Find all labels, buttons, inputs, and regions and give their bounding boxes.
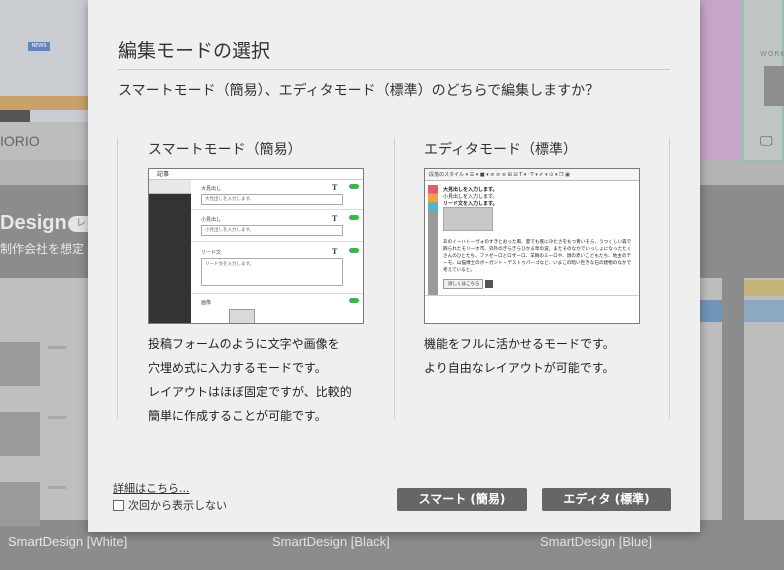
column-divider — [669, 138, 670, 419]
rail-marker-red — [428, 185, 438, 193]
field-separator — [191, 209, 363, 210]
editor-toolbar: 段落のスタイル ▾ ☰ ▾ ■ ▾ ≡ ≡ ≡ ⊞ ⊟ T ▾ ⁻T ▾ ✐ ▾… — [425, 169, 639, 181]
smart-mode-preview[interactable]: 記事 大見出し T 大見出しを入力します。 小見出し T 小見出しを入力します。… — [148, 168, 364, 324]
template-card-right-label: WORKS — [760, 50, 784, 58]
image-placeholder — [229, 309, 255, 323]
preview-photo — [0, 482, 40, 526]
link-icon — [485, 280, 493, 288]
toggle-icon — [349, 298, 359, 303]
template-card-selected: 🖵 — [742, 0, 784, 162]
preview-sidebar-top — [149, 180, 191, 194]
editor-subheading: 小見出しを入力します。 — [443, 194, 498, 200]
template-photo — [764, 66, 784, 106]
editor-mode-button[interactable]: エディタ (標準) — [542, 488, 671, 511]
image-placeholder — [443, 207, 493, 231]
rail-marker-teal — [428, 203, 438, 211]
preview-photo — [0, 342, 40, 386]
field-label: リード文 — [201, 250, 222, 256]
editor-heading: 大見出しを入力します。 — [443, 187, 498, 193]
field-input: 小見出しを入力します。 — [201, 225, 343, 236]
preview-text-line — [48, 486, 66, 489]
smart-mode-title: スマートモード（簡易） — [148, 142, 302, 158]
edit-mode-dialog: 編集モードの選択 スマートモード（簡易）、エディタモード（標準）のどちらで編集し… — [88, 0, 700, 532]
text-style-icon: T — [332, 183, 338, 192]
toggle-icon — [349, 215, 359, 220]
toggle-icon — [349, 248, 359, 253]
title-divider — [118, 69, 670, 70]
field-separator — [191, 293, 363, 294]
template-caption-black[interactable]: SmartDesign [Black] — [272, 534, 390, 549]
text-style-icon: T — [332, 214, 338, 223]
description-line: より自由なレイアウトが可能です。 — [424, 361, 615, 375]
rail-marker-orange — [428, 194, 438, 202]
template-card-label: IORIO — [0, 133, 40, 149]
toggle-icon — [349, 184, 359, 189]
monitor-icon: 🖵 — [760, 134, 773, 149]
editor-lead: リード文を入力します。 — [443, 201, 498, 207]
editor-block-rail — [428, 185, 438, 295]
dont-show-again-checkbox[interactable] — [113, 499, 124, 511]
description-line: レイアウトはほぼ固定ですが、比較的 — [148, 385, 352, 399]
template-preview-right — [744, 278, 784, 520]
section-badge: レ — [68, 216, 90, 232]
preview-photo — [0, 412, 40, 456]
thumbnail-band — [0, 96, 90, 110]
field-label: 大見出し — [201, 186, 222, 192]
editor-footer-line — [425, 295, 639, 296]
preview-header: 記事 — [149, 169, 363, 180]
preview-band — [744, 280, 784, 296]
dont-show-again-label: 次回から表示しない — [128, 499, 227, 512]
field-textarea: リード文を入力します。 — [201, 258, 343, 286]
preview-text-line — [48, 346, 66, 349]
template-thumbnail: NEWS — [0, 0, 90, 122]
preview-blue-band — [700, 300, 722, 322]
template-caption-blue[interactable]: SmartDesign [Blue] — [540, 534, 652, 549]
field-input: 大見出しを入力します。 — [201, 194, 343, 205]
template-card-pink — [700, 0, 740, 160]
field-label: 小見出し — [201, 217, 222, 223]
editor-mode-description: 機能をフルに活かせるモードです。 より自由なレイアウトが可能です。 — [424, 332, 654, 380]
dialog-title: 編集モードの選択 — [118, 40, 271, 62]
field-label: 画像 — [201, 300, 212, 306]
section-heading: Design — [0, 212, 67, 234]
editor-preview-button: 詳しくはこちら — [443, 279, 483, 289]
template-caption-white[interactable]: SmartDesign [White] — [8, 534, 127, 549]
editor-mode-preview[interactable]: 段落のスタイル ▾ ☰ ▾ ■ ▾ ≡ ≡ ≡ ⊞ ⊟ T ▾ ⁻T ▾ ✐ ▾… — [424, 168, 640, 324]
smart-mode-button[interactable]: スマート (簡易) — [397, 488, 527, 511]
preview-text-line — [48, 416, 66, 419]
editor-mode-title: エディタモード（標準） — [424, 142, 578, 158]
preview-blue-band — [744, 300, 784, 322]
template-preview-blue-edge — [700, 278, 722, 520]
template-card-left: NEWS IORIO — [0, 0, 90, 160]
template-preview-white — [0, 278, 90, 526]
dialog-question: スマートモード（簡易）、エディタモード（標準）のどちらで編集しますか？ — [118, 83, 600, 99]
preview-sidebar — [149, 180, 191, 323]
description-line: 機能をフルに活かせるモードです。 — [424, 337, 615, 351]
news-badge: NEWS — [28, 42, 50, 51]
column-divider — [394, 138, 395, 419]
editor-paragraph: あのイーハトーヴォのすきとおった風、夏でも底に冷たさをもつ青いそら、うつくしい森… — [443, 240, 632, 273]
text-style-icon: T — [332, 247, 338, 256]
column-divider — [117, 138, 118, 419]
description-line: 穴埋め式に入力するモードです。 — [148, 361, 327, 375]
description-line: 簡単に作成することが可能です。 — [148, 409, 327, 423]
field-separator — [191, 241, 363, 242]
description-line: 投稿フォームのように文字や画像を — [148, 337, 340, 351]
section-subtitle: 制作会社を想定 — [0, 242, 85, 256]
dont-show-again-option[interactable]: 次回から表示しない — [113, 497, 227, 513]
thumbnail-dark-block — [0, 110, 30, 122]
smart-mode-description: 投稿フォームのように文字や画像を 穴埋め式に入力するモードです。 レイアウトはほ… — [148, 332, 378, 428]
details-link[interactable]: 詳細はこちら... — [113, 480, 190, 496]
